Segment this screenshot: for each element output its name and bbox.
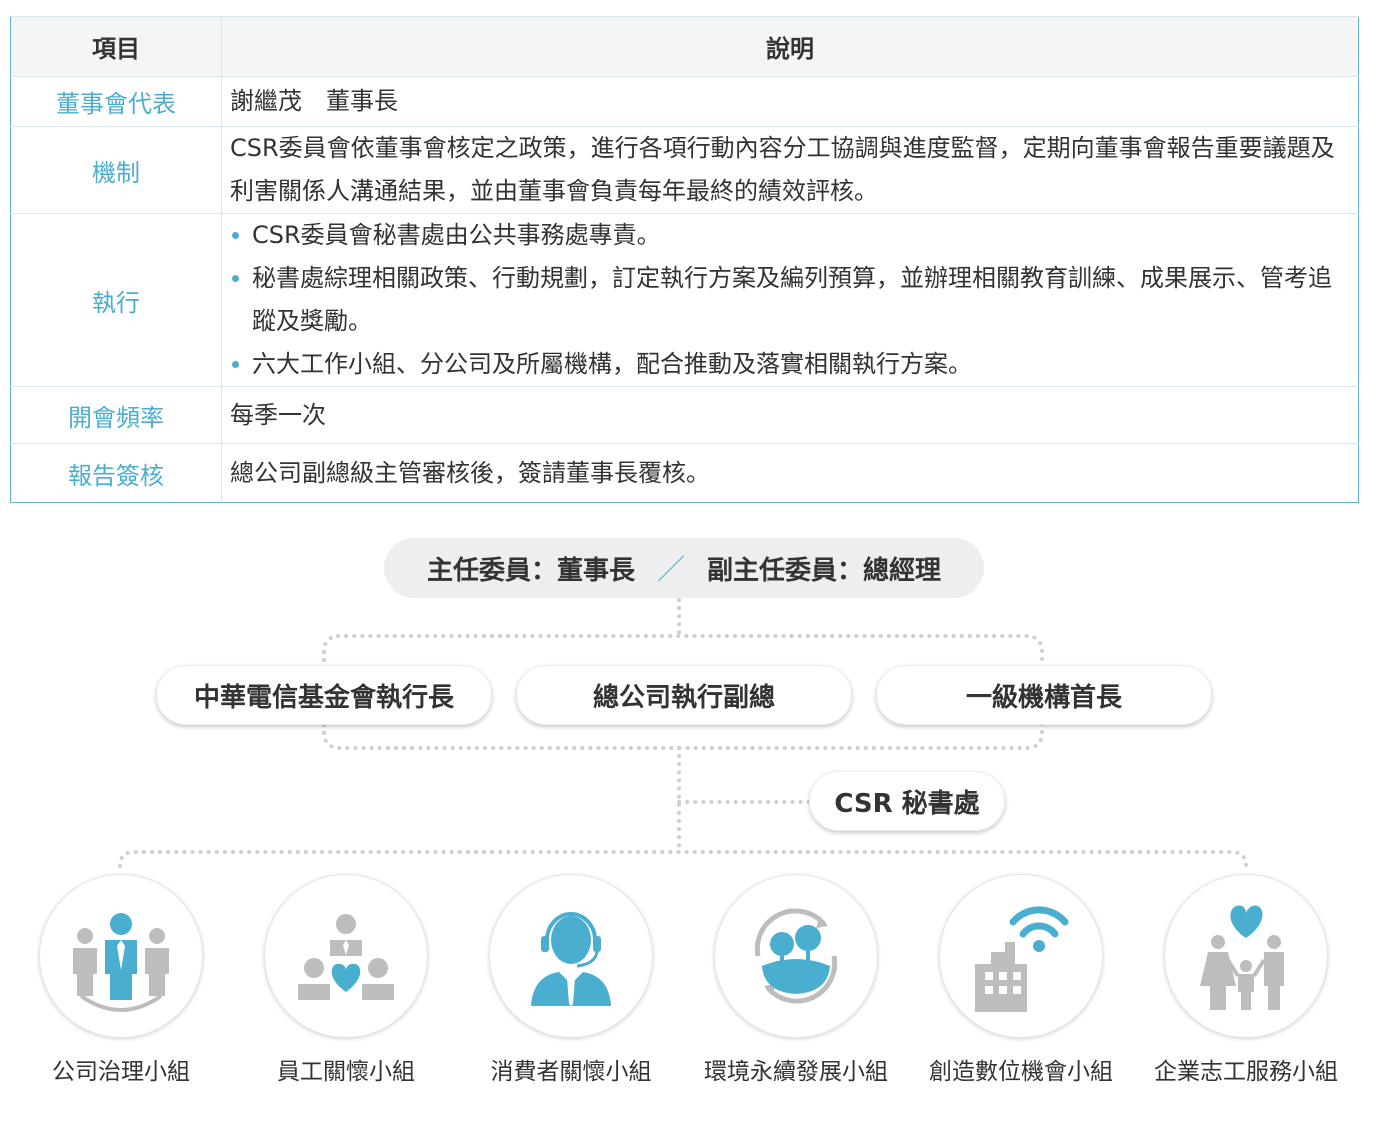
member-evp: 總公司執行副總 <box>516 665 852 725</box>
member-division-heads: 一級機構首長 <box>876 665 1212 725</box>
employee-care-icon <box>298 914 394 1000</box>
chair-title: 主任委員：董事長 <box>426 555 635 586</box>
environment-icon <box>754 908 838 1004</box>
group-circle-environment <box>714 874 878 1038</box>
volunteer-family-icon <box>1200 905 1284 1010</box>
customer-service-icon <box>531 912 611 1006</box>
group-circle-digital <box>939 874 1103 1038</box>
group-circle-employee <box>264 874 428 1038</box>
group-circle-governance <box>39 874 203 1038</box>
group-label-employee: 員工關懷小組 <box>277 1059 415 1085</box>
vice-chair-title: 副主任委員：總經理 <box>707 555 942 586</box>
group-label-digital: 創造數位機會小組 <box>929 1059 1113 1085</box>
group-label-volunteer: 企業志工服務小組 <box>1154 1059 1338 1085</box>
group-label-governance: 公司治理小組 <box>52 1059 190 1085</box>
member-foundation-ceo: 中華電信基金會執行長 <box>156 665 492 725</box>
csr-secretariat: CSR 秘書處 <box>809 771 1005 831</box>
group-label-consumer: 消費者關懷小組 <box>490 1059 652 1085</box>
group-circle-volunteer <box>1164 874 1328 1038</box>
group-label-environment: 環境永續發展小組 <box>704 1059 888 1085</box>
group-circle-consumer <box>489 874 653 1038</box>
corporate-governance-icon <box>73 913 169 1012</box>
chair-pill: 主任委員：董事長 ／ 副主任委員：總經理 <box>384 538 984 598</box>
digital-opportunity-icon <box>975 906 1069 1012</box>
slash-divider-icon: ／ <box>656 553 685 586</box>
